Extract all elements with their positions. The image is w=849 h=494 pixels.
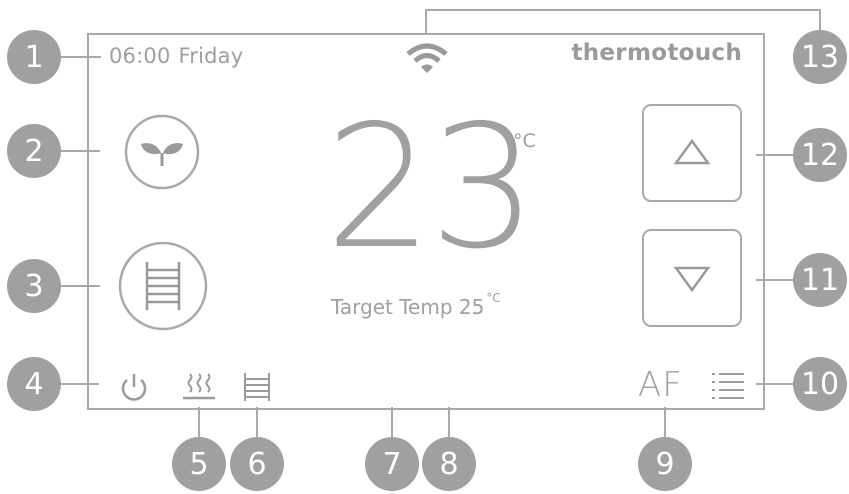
brand-logo: thermotouch <box>571 40 742 66</box>
leaf-icon[interactable] <box>123 113 201 191</box>
callout-badge-13: 13 <box>793 30 847 84</box>
callout-badge-11: 11 <box>793 253 847 307</box>
up-arrow-icon <box>673 138 711 165</box>
wifi-icon <box>406 43 448 73</box>
callout-badge-7: 7 <box>365 437 419 491</box>
current-temperature: 23 <box>325 89 537 287</box>
temp-up-button[interactable] <box>642 104 742 202</box>
callout-badge-8: 8 <box>422 437 476 491</box>
callout-badge-12: 12 <box>793 128 847 182</box>
target-temp-unit: °C <box>486 291 501 305</box>
power-icon[interactable] <box>117 370 151 404</box>
temperature-unit: °C <box>513 130 536 152</box>
callout-badge-1: 1 <box>7 30 61 84</box>
clock: 06:00 Friday <box>109 44 243 68</box>
target-temperature: Target Temp 25 °C <box>331 291 501 319</box>
callout-badge-10: 10 <box>793 357 847 411</box>
callout-badge-4: 4 <box>7 357 61 411</box>
time-display: 06:00 <box>109 44 171 68</box>
down-arrow-icon <box>673 266 711 293</box>
temp-down-button[interactable] <box>642 229 742 327</box>
towel-rail-small-icon[interactable] <box>240 371 274 403</box>
target-temp-label: Target Temp 25 <box>331 295 485 319</box>
floor-heating-icon[interactable] <box>181 370 217 404</box>
towel-rail-icon[interactable] <box>117 240 209 332</box>
leader-13 <box>425 9 821 35</box>
callout-badge-9: 9 <box>638 437 692 491</box>
day-display: Friday <box>178 44 244 68</box>
callout-badge-5: 5 <box>172 437 226 491</box>
auto-fan-mode[interactable]: AF <box>638 365 683 405</box>
callout-badge-2: 2 <box>7 124 61 178</box>
menu-list-icon[interactable] <box>710 370 746 402</box>
callout-badge-3: 3 <box>7 259 61 313</box>
callout-badge-6: 6 <box>230 437 284 491</box>
